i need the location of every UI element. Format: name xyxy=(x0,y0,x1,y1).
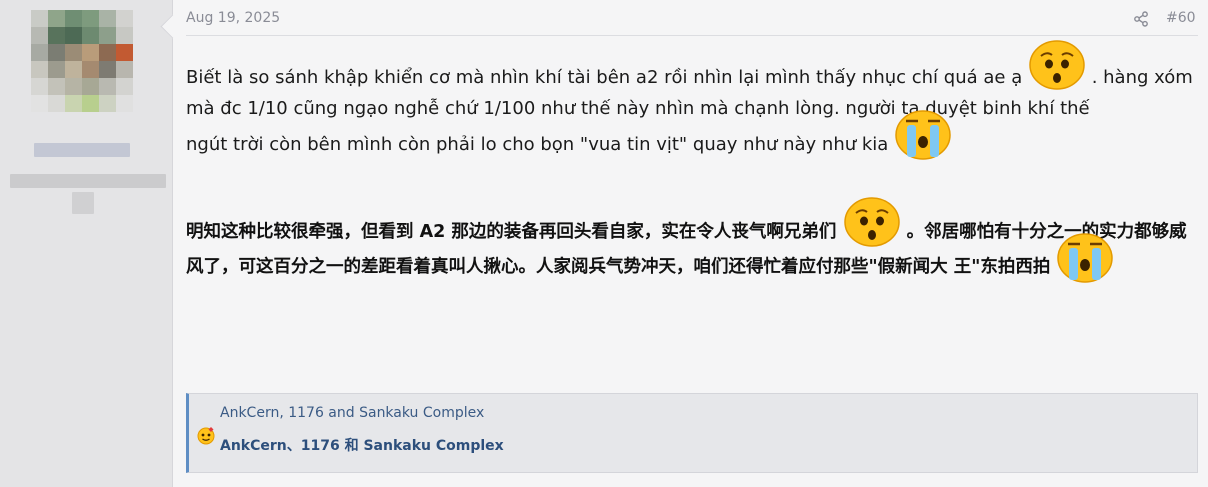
share-icon[interactable] xyxy=(1133,11,1149,27)
reaction-icon[interactable] xyxy=(196,425,216,445)
header-divider xyxy=(186,35,1198,36)
worried-face-emoji xyxy=(1029,40,1085,90)
crying-face-emoji xyxy=(1057,233,1114,283)
post-text: 王"东拍西拍 xyxy=(953,257,1051,277)
reactions-bar: AnkCern, 1176 and Sankaku Complex AnkCer… xyxy=(186,393,1198,473)
worried-face-emoji xyxy=(843,197,900,247)
post-text: Biết là so sánh khập khiển cơ mà nhìn kh… xyxy=(186,67,1023,88)
post-text: ngút trời còn bên mình còn phải lo cho b… xyxy=(186,134,889,155)
crying-face-emoji xyxy=(895,110,951,160)
reaction-users-link[interactable]: AnkCern, 1176 and Sankaku Complex xyxy=(220,405,484,421)
username-blurred[interactable] xyxy=(34,143,130,157)
reaction-users-summary[interactable]: AnkCern、1176 和 Sankaku Complex xyxy=(220,435,504,455)
post-body-chinese: 明知这种比较很牵强，但看到 A2 那边的装备再回头看自家，实在令人丧气啊兄弟们 … xyxy=(186,197,1204,285)
post-number[interactable]: #60 xyxy=(1166,10,1196,26)
post-date[interactable]: Aug 19, 2025 xyxy=(186,10,280,26)
post-body-vietnamese: Biết là so sánh khập khiển cơ mà nhìn kh… xyxy=(186,40,1204,162)
post-text: 明知这种比较很牵强，但看到 A2 那边的装备再回头看自家，实在令人丧气啊兄弟们 xyxy=(186,222,837,242)
user-sidebar xyxy=(0,0,173,487)
user-title-blurred xyxy=(10,174,166,188)
avatar[interactable] xyxy=(31,10,133,112)
user-meta-blurred xyxy=(72,192,94,214)
